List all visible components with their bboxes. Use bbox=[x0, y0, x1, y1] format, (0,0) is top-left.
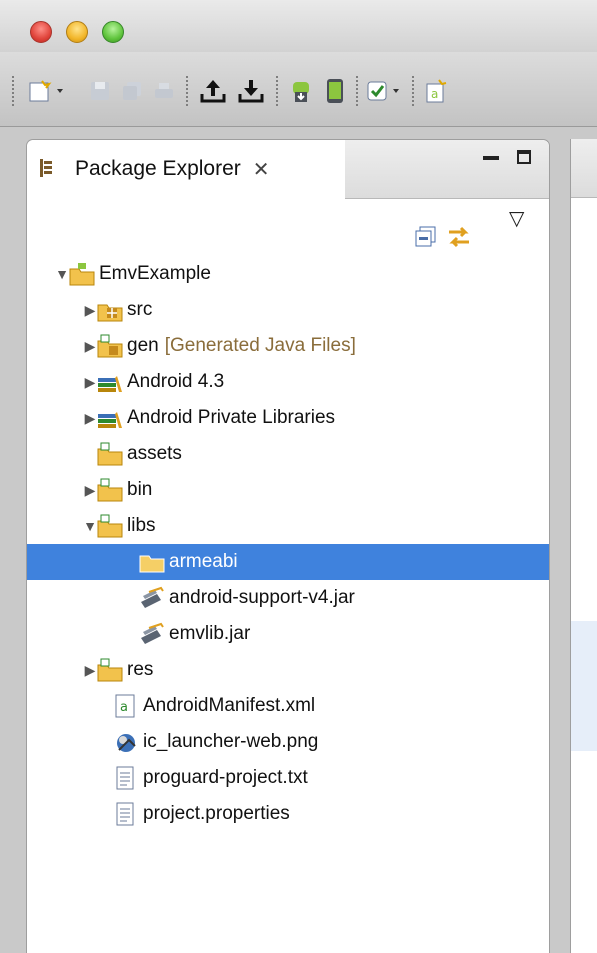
main-toolbar: a bbox=[0, 52, 597, 127]
import-download-icon[interactable] bbox=[236, 79, 266, 103]
tree-row-project-properties[interactable]: project.properties bbox=[27, 796, 549, 832]
text-file-icon bbox=[113, 802, 139, 826]
package-explorer-icon bbox=[37, 157, 57, 181]
tab-package-explorer[interactable]: Package Explorer ✕ bbox=[27, 140, 346, 198]
generated-source-folder-icon bbox=[97, 334, 123, 358]
source-folder-icon bbox=[97, 298, 123, 322]
expand-toggle[interactable]: ▶ bbox=[83, 662, 97, 679]
expand-toggle[interactable]: ▶ bbox=[83, 482, 97, 499]
tree-row-armeabi[interactable]: armeabi bbox=[27, 544, 549, 580]
folder-icon bbox=[97, 514, 123, 538]
plain-folder-icon bbox=[139, 550, 165, 574]
tree-row-libs[interactable]: ▼ libs bbox=[27, 508, 549, 544]
new-wizard-icon[interactable] bbox=[28, 79, 66, 103]
view-menu-icon[interactable]: ▽ bbox=[509, 206, 524, 231]
folder-icon bbox=[97, 442, 123, 466]
close-icon[interactable]: ✕ bbox=[253, 157, 270, 182]
print-icon[interactable] bbox=[152, 79, 176, 103]
tree-row-bin[interactable]: ▶ bin bbox=[27, 472, 549, 508]
tab-strip bbox=[345, 140, 549, 199]
tree-row-emvlib-jar[interactable]: emvlib.jar bbox=[27, 616, 549, 652]
tree-row-android-private-libraries[interactable]: ▶ Android Private Libraries bbox=[27, 400, 549, 436]
link-with-editor-icon[interactable] bbox=[445, 224, 473, 250]
tree-row-proguard-project-txt[interactable]: proguard-project.txt bbox=[27, 760, 549, 796]
export-upload-icon[interactable] bbox=[198, 79, 228, 103]
library-icon bbox=[97, 406, 123, 430]
expand-toggle[interactable]: ▶ bbox=[83, 338, 97, 355]
minimize-view-icon[interactable] bbox=[483, 156, 499, 160]
zoom-window-button[interactable] bbox=[102, 21, 124, 43]
text-file-icon bbox=[113, 766, 139, 790]
editor-highlight bbox=[571, 621, 597, 751]
toolbar-separator bbox=[186, 76, 188, 106]
expand-toggle[interactable]: ▼ bbox=[83, 518, 97, 534]
tree-row-src[interactable]: ▶ src bbox=[27, 292, 549, 328]
toolbar-grip[interactable] bbox=[12, 76, 14, 106]
toolbar-separator bbox=[356, 76, 358, 106]
window-title-bar bbox=[0, 0, 597, 52]
jar-icon bbox=[139, 586, 165, 610]
editor-tab-strip bbox=[571, 139, 597, 198]
expand-toggle[interactable]: ▶ bbox=[83, 302, 97, 319]
svg-text:a: a bbox=[120, 700, 128, 715]
new-android-project-icon[interactable]: a bbox=[424, 79, 450, 103]
tree-row-ic-launcher-web-png[interactable]: ic_launcher-web.png bbox=[27, 724, 549, 760]
save-icon[interactable] bbox=[88, 79, 112, 103]
package-explorer-view: Package Explorer ✕ ▽ ▼ EmvExample ▶ src bbox=[26, 139, 550, 953]
expand-toggle[interactable]: ▼ bbox=[55, 266, 69, 282]
tab-title: Package Explorer bbox=[75, 157, 241, 180]
save-all-icon[interactable] bbox=[120, 79, 144, 103]
maximize-view-icon[interactable] bbox=[517, 150, 531, 164]
library-icon bbox=[97, 370, 123, 394]
android-project-icon bbox=[69, 262, 95, 286]
tree-row-android-support-v4-jar[interactable]: android-support-v4.jar bbox=[27, 580, 549, 616]
expand-toggle[interactable]: ▶ bbox=[83, 374, 97, 391]
editor-area-fragment bbox=[570, 139, 597, 953]
collapse-all-icon[interactable] bbox=[415, 226, 437, 248]
tree-row-gen[interactable]: ▶ gen [Generated Java Files] bbox=[27, 328, 549, 364]
tree-row-assets[interactable]: assets bbox=[27, 436, 549, 472]
toolbar-separator bbox=[276, 76, 278, 106]
tree-row-androidmanifest-xml[interactable]: a AndroidManifest.xml bbox=[27, 688, 549, 724]
toolbar-separator bbox=[412, 76, 414, 106]
tree-row-res[interactable]: ▶ res bbox=[27, 652, 549, 688]
jar-icon bbox=[139, 622, 165, 646]
tree-row-android-4-3[interactable]: ▶ Android 4.3 bbox=[27, 364, 549, 400]
svg-text:a: a bbox=[431, 87, 438, 101]
close-window-button[interactable] bbox=[30, 21, 52, 43]
expand-toggle[interactable]: ▶ bbox=[83, 410, 97, 427]
minimize-window-button[interactable] bbox=[66, 21, 88, 43]
manifest-file-icon: a bbox=[113, 694, 139, 718]
folder-icon bbox=[97, 478, 123, 502]
checkbox-dropdown-icon[interactable] bbox=[366, 79, 404, 103]
android-avd-manager-icon[interactable] bbox=[322, 79, 348, 103]
folder-icon bbox=[97, 658, 123, 682]
tree-row-emvexample[interactable]: ▼ EmvExample bbox=[27, 256, 549, 292]
android-sdk-manager-icon[interactable] bbox=[288, 79, 314, 103]
image-file-icon bbox=[113, 730, 139, 754]
